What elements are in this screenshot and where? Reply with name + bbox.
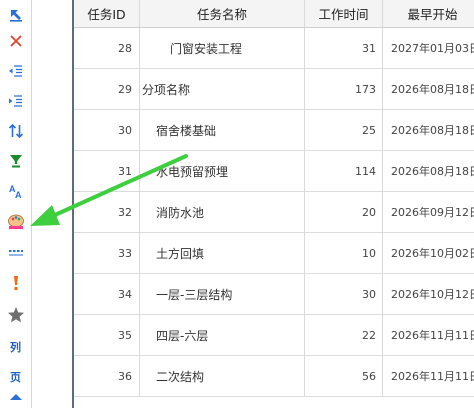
table-row[interactable]: 30 宿舍楼基础 25 2026年08月18日 [74, 110, 474, 151]
task-id-cell[interactable]: 36 [74, 356, 140, 396]
task-id-cell[interactable]: 29 [74, 69, 140, 109]
table-row[interactable]: 36 二次结构 56 2026年11月11日 [74, 356, 474, 397]
filter-icon[interactable] [0, 146, 31, 176]
column-button[interactable]: 列 [0, 332, 31, 362]
work-time-cell[interactable]: 20 [305, 192, 383, 232]
task-name-cell[interactable]: 分项名称 [140, 69, 305, 109]
task-id-cell[interactable]: 28 [74, 28, 140, 68]
task-name-cell[interactable]: 土方回填 [140, 233, 305, 273]
task-id-cell[interactable]: 30 [74, 110, 140, 150]
task-id-cell[interactable]: 33 [74, 233, 140, 273]
work-time-cell[interactable]: 56 [305, 356, 383, 396]
earliest-start-cell[interactable]: 2026年08月18日 [383, 151, 474, 191]
gantt-gutter [31, 0, 72, 408]
grid-header: 任务ID 任务名称 工作时间 最早开始 [74, 0, 474, 28]
exclamation-icon[interactable] [0, 268, 31, 298]
page-button[interactable]: 页 [0, 362, 31, 392]
left-toolbar: AA 列 页 [0, 0, 31, 408]
table-row[interactable]: 32 消防水池 20 2026年09月12日 [74, 192, 474, 233]
task-name-cell[interactable]: 二次结构 [140, 356, 305, 396]
sort-icon[interactable] [0, 116, 31, 146]
header-task-name[interactable]: 任务名称 [140, 0, 305, 27]
table-row[interactable]: 28 门窗安装工程 31 2027年01月03日 [74, 28, 474, 69]
svg-text:A: A [15, 190, 22, 199]
task-id-cell[interactable]: 34 [74, 274, 140, 314]
task-grid: 任务ID 任务名称 工作时间 最早开始 28 门窗安装工程 31 2027年01月03… [74, 0, 474, 408]
earliest-start-cell[interactable]: 2026年08月18日 [383, 110, 474, 150]
page-button-label: 页 [10, 371, 21, 384]
work-time-cell[interactable]: 173 [305, 69, 383, 109]
more-icon[interactable] [0, 392, 31, 408]
earliest-start-cell[interactable]: 2026年10月12日 [383, 274, 474, 314]
earliest-start-cell[interactable]: 2026年09月12日 [383, 192, 474, 232]
header-earliest-start[interactable]: 最早开始 [383, 0, 474, 27]
header-task-id[interactable]: 任务ID [74, 0, 140, 27]
task-id-cell[interactable]: 32 [74, 192, 140, 232]
work-time-cell[interactable]: 31 [305, 28, 383, 68]
earliest-start-cell[interactable]: 2026年11月11日 [383, 356, 474, 396]
task-name-cell[interactable]: 一层-三层结构 [140, 274, 305, 314]
work-time-cell[interactable]: 10 [305, 233, 383, 273]
table-row[interactable]: 29 分项名称 173 2026年08月18日 [74, 69, 474, 110]
task-id-cell[interactable]: 35 [74, 315, 140, 355]
indent-icon[interactable] [0, 86, 31, 116]
font-icon[interactable]: AA [0, 176, 31, 206]
task-id-cell[interactable]: 31 [74, 151, 140, 191]
table-row[interactable]: 31 水电预留预埋 114 2026年08月18日 [74, 151, 474, 192]
task-name-cell[interactable]: 门窗安装工程 [140, 28, 305, 68]
table-row[interactable]: 35 四层-六层 22 2026年11月11日 [74, 315, 474, 356]
earliest-start-cell[interactable]: 2026年11月11日 [383, 315, 474, 355]
outdent-icon[interactable] [0, 56, 31, 86]
earliest-start-cell[interactable]: 2026年08月18日 [383, 69, 474, 109]
work-time-cell[interactable]: 22 [305, 315, 383, 355]
task-name-cell[interactable]: 消防水池 [140, 192, 305, 232]
dotted-line-icon[interactable] [0, 238, 31, 268]
table-row[interactable]: 33 土方回填 10 2026年10月02日 [74, 233, 474, 274]
task-name-cell[interactable]: 水电预留预埋 [140, 151, 305, 191]
task-name-cell[interactable]: 四层-六层 [140, 315, 305, 355]
work-time-cell[interactable]: 114 [305, 151, 383, 191]
close-icon[interactable] [0, 26, 31, 56]
earliest-start-cell[interactable]: 2027年01月03日 [383, 28, 474, 68]
work-time-cell[interactable]: 25 [305, 110, 383, 150]
header-work-time[interactable]: 工作时间 [305, 0, 383, 27]
work-time-cell[interactable]: 30 [305, 274, 383, 314]
star-icon[interactable] [0, 300, 31, 330]
column-button-label: 列 [10, 341, 21, 354]
task-name-cell[interactable]: 宿舍楼基础 [140, 110, 305, 150]
table-row[interactable]: 34 一层-三层结构 30 2026年10月12日 [74, 274, 474, 315]
earliest-start-cell[interactable]: 2026年10月02日 [383, 233, 474, 273]
palette-icon[interactable] [0, 206, 31, 236]
